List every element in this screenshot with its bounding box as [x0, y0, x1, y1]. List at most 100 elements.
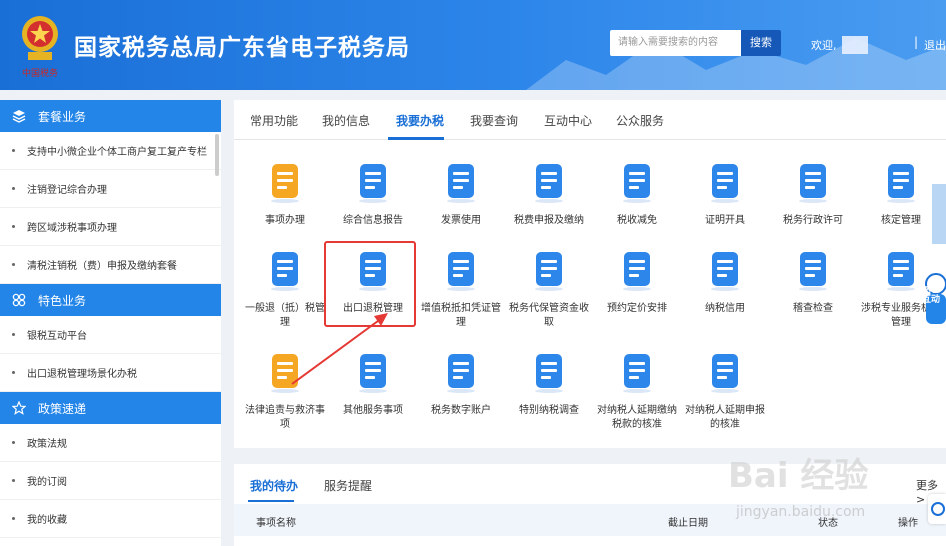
sidebar-item[interactable]: 政策法规 [0, 424, 221, 462]
sidebar-section-title: 政策速递 [38, 401, 87, 416]
sidebar-section-policy[interactable]: 政策速递 [0, 392, 221, 424]
star-icon [12, 401, 26, 415]
site-header: 中国税务 国家税务总局广东省电子税务局 请输入需要搜索的内容 搜索 欢迎, | … [0, 0, 946, 90]
vat-voucher-icon [439, 248, 483, 292]
bullet [12, 371, 15, 374]
sidebar-item[interactable]: 跨区域涉税事项办理 [0, 208, 221, 246]
function-item[interactable]: 税费申报及缴纳 [505, 160, 593, 254]
header-divider: | [914, 35, 919, 49]
sidebar-item[interactable]: 银税互动平台 [0, 316, 221, 354]
bullet [12, 225, 15, 228]
tab-service-reminder[interactable]: 服务提醒 [324, 477, 372, 494]
column-header: 事项名称 [256, 518, 296, 529]
tab-tax-handling[interactable]: 我要办税 [396, 112, 444, 129]
function-label: 增值税抵扣凭证管理 [421, 303, 501, 328]
sidebar-item[interactable]: 出口退税管理场景化办税 [0, 354, 221, 392]
sidebar-item[interactable]: 我的收藏 [0, 500, 221, 538]
sidebar-item[interactable]: 注销登记综合办理 [0, 170, 221, 208]
function-item[interactable]: 预约定价安排 [593, 248, 681, 342]
sidebar-item-label: 我的订阅 [27, 477, 67, 488]
sidebar-item-label: 跨区域涉税事项办理 [27, 223, 117, 234]
function-label: 对纳税人延期缴纳税款的核准 [597, 405, 677, 430]
sidebar-item-label: 清税注销税（费）申报及缴纳套餐 [27, 261, 177, 272]
sidebar-section-featured[interactable]: 特色业务 [0, 284, 221, 316]
tab-bar: 常用功能 我的信息 我要办税 我要查询 互动中心 公众服务 [234, 100, 946, 140]
search-input[interactable]: 请输入需要搜索的内容 [610, 30, 741, 56]
tab-my-todo[interactable]: 我的待办 [250, 477, 298, 494]
tab-public-service[interactable]: 公众服务 [616, 112, 664, 129]
deferred-payment-icon [615, 350, 659, 394]
sidebar-item[interactable]: 清税注销税（费）申报及缴纳套餐 [0, 246, 221, 284]
function-item[interactable]: 税务数字账户 [417, 350, 505, 444]
deferred-declare-icon [703, 350, 747, 394]
sidebar-item[interactable]: 我的订阅 [0, 462, 221, 500]
function-item[interactable]: 其他服务事项 [329, 350, 417, 444]
function-item[interactable]: 税务代保管资金收取 [505, 248, 593, 342]
certificate-icon [703, 160, 747, 204]
gavel-icon [263, 350, 307, 394]
function-item[interactable]: 对纳税人延期申报的核准 [681, 350, 769, 444]
inspect-icon [791, 248, 835, 292]
report-icon [351, 160, 395, 204]
function-label: 其他服务事项 [343, 405, 403, 416]
bullet [12, 187, 15, 190]
sidebar-scrollbar[interactable] [215, 134, 219, 176]
function-label: 税务代保管资金收取 [509, 303, 589, 328]
function-item[interactable]: 一般退（抵）税管理 [241, 248, 329, 342]
function-item[interactable]: 法律追责与救济事项 [241, 350, 329, 444]
function-label: 税务行政许可 [783, 215, 843, 226]
assistant-label: 纳税互动 [922, 285, 941, 305]
sidebar: 套餐业务 支持中小微企业个体工商户复工复产专栏 注销登记综合办理 跨区域涉税事项… [0, 100, 221, 546]
function-item[interactable]: 税收减免 [593, 160, 681, 254]
search-button[interactable]: 搜索 [741, 30, 781, 56]
tab-interaction[interactable]: 互动中心 [544, 112, 592, 129]
other-service-icon [351, 350, 395, 394]
tax-declare-icon [527, 160, 571, 204]
watermark-url: jingyan.baidu.com [736, 504, 866, 520]
tab-my-info[interactable]: 我的信息 [322, 112, 370, 129]
bottom-tab-indicator [248, 500, 294, 502]
function-item[interactable]: 税务行政许可 [769, 160, 857, 254]
sidebar-item-label: 政策法规 [27, 439, 67, 450]
float-tool-button[interactable] [932, 184, 946, 214]
function-item[interactable]: 稽查检查 [769, 248, 857, 342]
tab-common[interactable]: 常用功能 [250, 112, 298, 129]
function-label: 税务数字账户 [431, 405, 491, 416]
tab-query[interactable]: 我要查询 [470, 112, 518, 129]
bullet [12, 263, 15, 266]
function-label: 事项办理 [265, 215, 305, 226]
function-item[interactable]: 特别纳税调查 [505, 350, 593, 444]
chat-button[interactable] [928, 494, 946, 524]
credit-icon [703, 248, 747, 292]
function-item[interactable]: 综合信息报告 [329, 160, 417, 254]
license-icon [791, 160, 835, 204]
bullet [12, 333, 15, 336]
function-item[interactable]: 发票使用 [417, 160, 505, 254]
sidebar-item-label: 银税互动平台 [27, 331, 87, 342]
column-header: 截止日期 [668, 518, 708, 529]
sidebar-item[interactable]: 支持中小微企业个体工商户复工复产专栏 [0, 132, 221, 170]
logout-link[interactable]: 退出 [924, 37, 946, 53]
function-item[interactable]: 证明开具 [681, 160, 769, 254]
sidebar-item-label: 支持中小微企业个体工商户复工复产专栏 [27, 147, 207, 158]
function-item[interactable]: 纳税信用 [681, 248, 769, 342]
money-bag-icon [527, 248, 571, 292]
function-label: 对纳税人延期申报的核准 [685, 405, 765, 430]
tax-emblem-icon [22, 16, 58, 60]
username-redacted [842, 36, 868, 54]
function-item[interactable]: 对纳税人延期缴纳税款的核准 [593, 350, 681, 444]
digital-account-icon [439, 350, 483, 394]
function-item[interactable]: 增值税抵扣凭证管理 [417, 248, 505, 342]
agency-icon [879, 248, 923, 292]
pricing-icon [615, 248, 659, 292]
function-label: 发票使用 [441, 215, 481, 226]
function-item[interactable]: 事项办理 [241, 160, 329, 254]
float-tool-button[interactable] [932, 214, 946, 244]
sidebar-section-package[interactable]: 套餐业务 [0, 100, 221, 132]
sidebar-item-label: 注销登记综合办理 [27, 185, 107, 196]
grid-icon [12, 293, 26, 307]
function-label: 证明开具 [705, 215, 745, 226]
function-label: 税费申报及缴纳 [514, 215, 584, 226]
function-label: 综合信息报告 [343, 215, 403, 226]
welcome-text: 欢迎, [811, 39, 837, 52]
